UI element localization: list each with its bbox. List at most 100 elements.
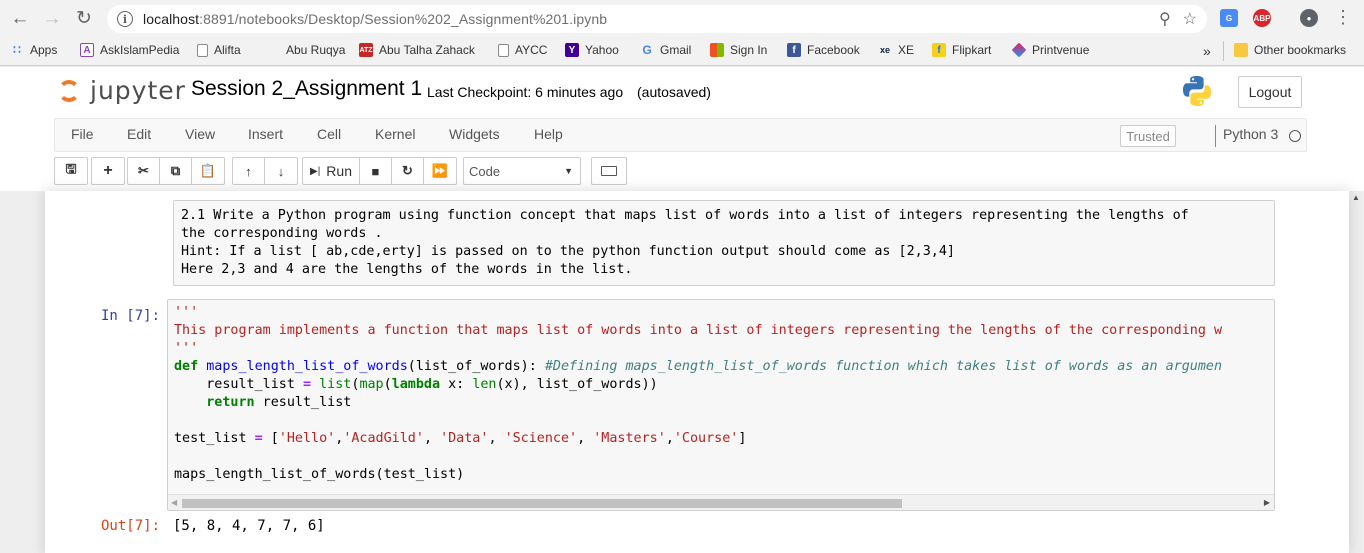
bookmark-signin[interactable]: Sign In xyxy=(710,43,767,57)
toolbar-group-edit: ✂ ⧉ 📋 xyxy=(127,157,225,185)
logout-button[interactable]: Logout xyxy=(1238,76,1302,108)
save-icon[interactable]: 🖫 xyxy=(55,158,87,184)
input-prompt: In [7]: xyxy=(101,308,161,324)
restart-icon[interactable]: ↻ xyxy=(392,158,424,184)
menu-kernel[interactable]: Kernel xyxy=(375,126,415,142)
code-token: x: xyxy=(440,377,473,392)
page-icon xyxy=(498,43,509,57)
bookmark-flipkart[interactable]: f Flipkart xyxy=(932,43,991,57)
code-token: test_list xyxy=(174,431,255,446)
markdown-cell[interactable]: 2.1 Write a Python program using functio… xyxy=(173,200,1275,286)
browser-menu-icon[interactable]: ⋮ xyxy=(1334,8,1352,26)
url-host: localhost xyxy=(143,11,200,27)
bookmark-alifta[interactable]: Alifta xyxy=(197,43,241,57)
cell-type-select[interactable]: Code ▼ xyxy=(463,157,581,185)
markdown-line: the corresponding words . xyxy=(181,226,383,241)
markdown-line: Here 2,3 and 4 are the lengths of the wo… xyxy=(181,262,633,277)
page-icon xyxy=(197,43,208,57)
move-down-icon[interactable]: ↓ xyxy=(265,158,297,184)
code-cell-editor[interactable]: ''' This program implements a function th… xyxy=(167,299,1275,511)
bookmark-apps[interactable]: ∷ Apps xyxy=(10,43,57,57)
bookmark-label: Printvenue xyxy=(1032,43,1090,57)
bookmark-xe[interactable]: xe XE xyxy=(878,43,914,57)
toolbar-group-save: 🖫 xyxy=(54,157,88,185)
apps-grid-icon: ∷ xyxy=(13,43,21,57)
bookmark-label: Abu Talha Zahack xyxy=(379,43,475,57)
autosave-status: (autosaved) xyxy=(637,84,711,100)
chevron-down-icon: ▼ xyxy=(564,166,573,176)
forward-arrow-icon[interactable]: → xyxy=(40,7,64,31)
add-cell-icon[interactable]: + xyxy=(92,158,124,184)
reload-icon[interactable]: ↻ xyxy=(72,7,96,31)
menu-view[interactable]: View xyxy=(185,126,215,142)
bookmark-other[interactable]: Other bookmarks xyxy=(1234,43,1346,57)
toolbar-group-move: ↑ ↓ xyxy=(232,157,298,185)
code-token: = xyxy=(254,431,263,446)
jupyter-logo[interactable]: jupyter xyxy=(58,76,186,105)
command-palette-button[interactable] xyxy=(591,157,627,185)
toolbar-group-run: ▶| Run ■ ↻ ⏩ xyxy=(302,157,457,185)
bookmark-abutalhazahack[interactable]: ATZ Abu Talha Zahack xyxy=(359,43,475,57)
bookmark-aycc[interactable]: AYCC xyxy=(498,43,547,57)
toolbar-group-insert: + xyxy=(91,157,125,185)
url-field[interactable]: i localhost:8891/notebooks/Desktop/Sessi… xyxy=(107,5,1207,33)
menu-edit[interactable]: Edit xyxy=(127,126,151,142)
askislampedia-icon: A xyxy=(80,43,94,57)
account-icon[interactable]: ● xyxy=(1300,9,1318,27)
code-token: , xyxy=(423,431,441,446)
move-up-icon[interactable]: ↑ xyxy=(233,158,265,184)
trusted-badge[interactable]: Trusted xyxy=(1120,125,1176,147)
menu-help[interactable]: Help xyxy=(534,126,563,142)
code-token: list xyxy=(319,377,352,392)
adblock-plus-icon[interactable]: ABP xyxy=(1253,9,1271,27)
code-token: ( xyxy=(383,377,392,392)
code-token: = xyxy=(303,377,312,392)
code-token: This program implements a function that … xyxy=(174,323,1223,338)
bookmark-aburuqya[interactable]: Abu Ruqya xyxy=(266,43,345,57)
code-token: maps_length_list_of_words xyxy=(174,467,376,482)
facebook-icon: f xyxy=(787,43,801,57)
folder-icon xyxy=(1234,43,1248,57)
scroll-up-arrow-icon[interactable]: ▲ xyxy=(1352,193,1360,202)
menu-cell[interactable]: Cell xyxy=(317,126,341,142)
bookmark-label: XE xyxy=(898,43,915,57)
bookmark-gmail[interactable]: G Gmail xyxy=(640,43,691,57)
scrollbar-thumb[interactable] xyxy=(182,499,902,508)
run-label: Run xyxy=(326,163,352,179)
paste-icon[interactable]: 📋 xyxy=(192,158,224,184)
notebook-title[interactable]: Session 2_Assignment 1 xyxy=(191,77,422,101)
run-button[interactable]: ▶| Run xyxy=(303,158,360,184)
bookmark-facebook[interactable]: f Facebook xyxy=(787,43,860,57)
google-translate-icon[interactable]: G xyxy=(1220,9,1238,27)
bookmark-yahoo[interactable]: Y Yahoo xyxy=(565,43,619,57)
back-arrow-icon[interactable]: ← xyxy=(8,7,32,31)
zoom-icon[interactable]: ⚲ xyxy=(1159,9,1171,29)
kernel-name[interactable]: Python 3 xyxy=(1223,126,1278,142)
menu-insert[interactable]: Insert xyxy=(248,126,283,142)
markdown-line: 2.1 Write a Python program using functio… xyxy=(181,208,1189,223)
info-icon[interactable]: i xyxy=(117,11,133,27)
menu-widgets[interactable]: Widgets xyxy=(449,126,500,142)
code-token: 'Hello' xyxy=(278,431,336,446)
kernel-idle-icon xyxy=(1289,130,1301,142)
run-step-icon: ▶| xyxy=(310,165,321,177)
bookmark-askislampedia[interactable]: A AskIslamPedia xyxy=(80,43,179,57)
menu-bar: File Edit View Insert Cell Kernel Widget… xyxy=(54,118,1307,152)
menu-file[interactable]: File xyxy=(71,126,94,142)
python-logo-icon xyxy=(1183,76,1211,106)
kernel-divider xyxy=(1215,125,1216,147)
star-icon[interactable]: ☆ xyxy=(1183,9,1197,29)
bookmark-label: Flipkart xyxy=(952,43,992,57)
horizontal-scrollbar[interactable]: ◀ ▶ xyxy=(168,494,1274,510)
google-icon: G xyxy=(642,43,652,57)
cut-icon[interactable]: ✂ xyxy=(128,158,160,184)
copy-icon[interactable]: ⧉ xyxy=(160,158,192,184)
scroll-right-arrow-icon[interactable]: ▶ xyxy=(1264,498,1270,507)
bookmark-printvenue[interactable]: Printvenue xyxy=(1011,42,1090,58)
scroll-left-arrow-icon[interactable]: ◀ xyxy=(171,498,177,507)
restart-run-all-icon[interactable]: ⏩ xyxy=(424,158,456,184)
bookmarks-overflow[interactable]: » xyxy=(1203,43,1211,59)
interrupt-icon[interactable]: ■ xyxy=(360,158,392,184)
